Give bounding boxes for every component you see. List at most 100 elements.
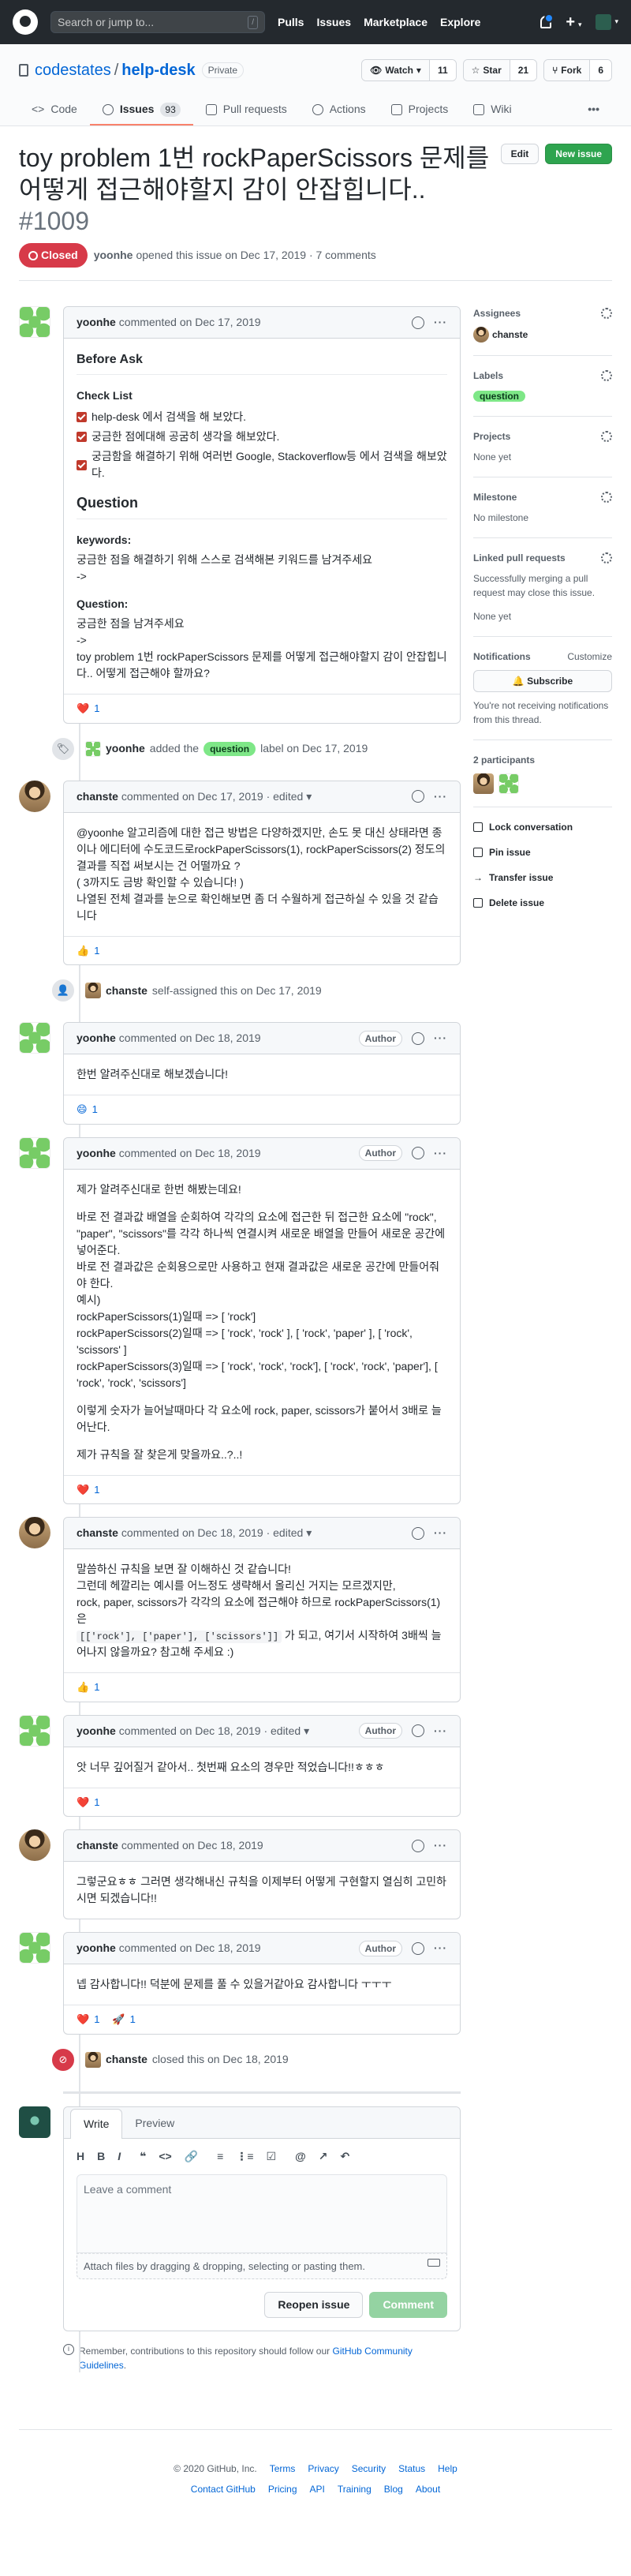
- comment-author[interactable]: chanste: [77, 1837, 118, 1854]
- gear-icon[interactable]: [601, 552, 612, 564]
- footer-link-terms[interactable]: Terms: [270, 2462, 296, 2476]
- footer-link-pricing[interactable]: Pricing: [268, 2482, 297, 2496]
- footer-link-privacy[interactable]: Privacy: [308, 2462, 338, 2476]
- add-reaction-icon[interactable]: [412, 1839, 424, 1852]
- nav-pulls[interactable]: Pulls: [278, 14, 304, 31]
- avatar[interactable]: [19, 1517, 50, 1548]
- footer-link-about[interactable]: About: [416, 2482, 440, 2496]
- reaction-rocket[interactable]: 🚀 1: [112, 2012, 135, 2027]
- issue-opener[interactable]: yoonhe: [94, 247, 133, 264]
- comment-meta[interactable]: commented on Dec 18, 2019: [119, 1030, 261, 1046]
- footer-link-help[interactable]: Help: [438, 2462, 457, 2476]
- comment-meta[interactable]: commented on Dec 17, 2019 · edited: [121, 788, 303, 805]
- kebab-menu-icon[interactable]: ···: [434, 1145, 447, 1162]
- avatar[interactable]: [473, 773, 494, 794]
- tab-projects[interactable]: Projects: [379, 95, 461, 125]
- comment-author[interactable]: yoonhe: [77, 314, 116, 331]
- avatar[interactable]: [498, 773, 519, 794]
- event-actor[interactable]: chanste: [106, 983, 147, 999]
- kebab-menu-icon[interactable]: ···: [434, 1940, 447, 1956]
- assignee[interactable]: chanste: [473, 327, 612, 343]
- gear-icon[interactable]: [601, 370, 612, 381]
- watch-count[interactable]: 11: [429, 60, 456, 80]
- kebab-menu-icon[interactable]: ···: [434, 1030, 447, 1046]
- chevron-down-icon[interactable]: ▾: [306, 788, 312, 805]
- kebab-menu-icon[interactable]: ···: [434, 1723, 447, 1739]
- more-icon[interactable]: •••: [575, 95, 612, 125]
- add-reaction-icon[interactable]: [412, 1526, 424, 1540]
- add-reaction-icon[interactable]: [412, 316, 424, 329]
- reaction-heart[interactable]: ❤️ 1: [77, 701, 99, 717]
- add-reaction-icon[interactable]: [412, 790, 424, 803]
- tab-issues[interactable]: Issues 93: [89, 95, 193, 125]
- heading-icon[interactable]: H: [77, 2148, 84, 2165]
- task-list-icon[interactable]: ☑: [267, 2148, 277, 2165]
- fork-button[interactable]: ⑂ Fork 6: [543, 59, 612, 81]
- comment-author[interactable]: yoonhe: [77, 1940, 116, 1956]
- avatar[interactable]: [85, 983, 101, 998]
- footer-link-security[interactable]: Security: [352, 2462, 386, 2476]
- comment-author[interactable]: yoonhe: [77, 1030, 116, 1046]
- footer-link-status[interactable]: Status: [398, 2462, 425, 2476]
- saved-reply-icon[interactable]: ↶: [340, 2148, 349, 2165]
- tab-wiki[interactable]: Wiki: [461, 95, 524, 125]
- footer-link-blog[interactable]: Blog: [384, 2482, 403, 2496]
- quote-icon[interactable]: ❝: [140, 2148, 146, 2165]
- watch-button[interactable]: 👁 Watch ▾ 11: [361, 59, 457, 81]
- markdown-icon[interactable]: [428, 2258, 440, 2267]
- avatar[interactable]: [85, 2051, 101, 2068]
- star-count[interactable]: 21: [510, 60, 537, 80]
- comment-button[interactable]: Comment: [369, 2292, 447, 2318]
- add-reaction-icon[interactable]: [412, 1147, 424, 1159]
- star-button[interactable]: ☆ Star 21: [462, 59, 538, 81]
- reaction-heart[interactable]: ❤️ 1: [77, 2012, 99, 2027]
- search-input[interactable]: Search or jump to... /: [50, 11, 265, 33]
- avatar[interactable]: [19, 306, 50, 338]
- avatar[interactable]: [19, 1022, 50, 1054]
- repo-name-link[interactable]: help-desk: [121, 62, 195, 79]
- delete-issue-button[interactable]: Delete issue: [473, 896, 612, 910]
- gear-icon[interactable]: [601, 308, 612, 319]
- reaction-thumbs-up[interactable]: 👍 1: [77, 1679, 99, 1695]
- customize-link[interactable]: Customize: [567, 650, 612, 664]
- tab-write[interactable]: Write: [70, 2108, 123, 2139]
- avatar[interactable]: [19, 1932, 50, 1964]
- avatar[interactable]: [19, 780, 50, 812]
- reaction-thumbs-up[interactable]: 👍 1: [77, 943, 99, 959]
- comment-author[interactable]: yoonhe: [77, 1145, 116, 1162]
- chevron-down-icon[interactable]: ▾: [304, 1723, 309, 1739]
- comment-meta[interactable]: commented on Dec 18, 2019 · edited: [119, 1723, 301, 1739]
- nav-issues[interactable]: Issues: [316, 14, 351, 31]
- kebab-menu-icon[interactable]: ···: [434, 1525, 447, 1541]
- kebab-menu-icon[interactable]: ···: [434, 1837, 447, 1854]
- fork-count[interactable]: 6: [590, 60, 611, 80]
- kebab-menu-icon[interactable]: ···: [434, 788, 447, 805]
- chevron-down-icon[interactable]: ▾: [306, 1525, 312, 1541]
- avatar[interactable]: [19, 2106, 50, 2138]
- footer-link-training[interactable]: Training: [338, 2482, 372, 2496]
- event-actor[interactable]: yoonhe: [106, 740, 145, 757]
- comment-meta[interactable]: commented on Dec 18, 2019: [121, 1837, 263, 1854]
- comment-author[interactable]: chanste: [77, 788, 118, 805]
- user-menu[interactable]: ▾: [596, 14, 618, 30]
- avatar[interactable]: [19, 1136, 50, 1169]
- gear-icon[interactable]: [601, 431, 612, 442]
- nav-marketplace[interactable]: Marketplace: [364, 14, 428, 31]
- kebab-menu-icon[interactable]: ···: [434, 314, 447, 331]
- avatar[interactable]: [19, 1714, 50, 1747]
- avatar[interactable]: [85, 740, 101, 757]
- comment-textarea[interactable]: Leave a comment: [77, 2174, 447, 2253]
- add-reaction-icon[interactable]: [412, 1724, 424, 1737]
- gear-icon[interactable]: [601, 492, 612, 503]
- create-new-menu[interactable]: + ▾: [566, 10, 581, 34]
- reaction-heart[interactable]: ❤️ 1: [77, 1795, 99, 1810]
- tab-code[interactable]: <> Code: [19, 95, 90, 125]
- edit-title-button[interactable]: Edit: [500, 144, 540, 164]
- comment-meta[interactable]: commented on Dec 18, 2019: [119, 1940, 261, 1956]
- add-reaction-icon[interactable]: [412, 1941, 424, 1955]
- new-issue-button[interactable]: New issue: [545, 144, 612, 164]
- lock-conversation-button[interactable]: Lock conversation: [473, 820, 612, 834]
- link-icon[interactable]: 🔗: [185, 2148, 198, 2165]
- event-actor[interactable]: chanste: [106, 2051, 147, 2068]
- subscribe-button[interactable]: 🔔 Subscribe: [473, 670, 612, 692]
